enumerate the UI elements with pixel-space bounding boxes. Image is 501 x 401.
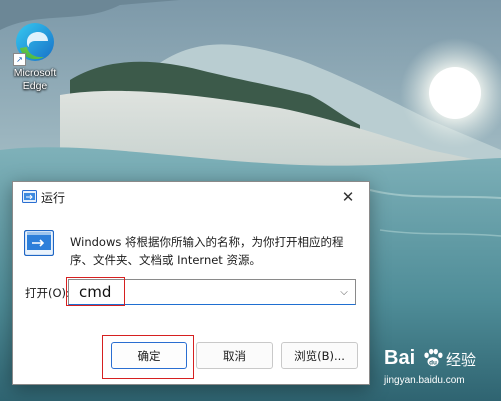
run-program-icon: [24, 230, 54, 256]
paw-logo-icon: du: [424, 348, 443, 366]
open-combobox[interactable]: ⌵: [68, 279, 356, 305]
browse-button[interactable]: 浏览(B)...: [281, 342, 358, 369]
open-input[interactable]: [73, 280, 340, 304]
edge-label-line1: Microsoft: [13, 67, 57, 79]
svg-text:du: du: [429, 359, 437, 366]
dialog-description: Windows 将根据你所输入的名称，为你打开相应的程序、文件夹、文档或 Int…: [70, 235, 344, 267]
run-app-icon: [22, 190, 37, 203]
ok-button-label: 确定: [137, 348, 161, 363]
cancel-button[interactable]: 取消: [196, 342, 273, 369]
watermark-brand: Bai: [384, 347, 416, 369]
text-caret: [124, 284, 125, 300]
chevron-down-icon[interactable]: ⌵: [335, 280, 353, 304]
watermark-url: jingyan.baidu.com: [384, 375, 465, 386]
edge-label-line2: Edge: [22, 80, 48, 92]
dialog-title: 运行: [41, 191, 66, 205]
run-dialog: 运行 ✕ Windows 将根据你所输入的名称，为你打开相应的程序、文件夹、文档…: [12, 181, 370, 385]
close-button[interactable]: ✕: [327, 182, 369, 212]
dialog-titlebar[interactable]: 运行 ✕: [13, 182, 369, 212]
shortcut-arrow-icon: ↗: [13, 53, 26, 66]
open-field-label: 打开(O):: [25, 286, 70, 300]
watermark-brand-suffix: 经验: [446, 352, 477, 369]
ok-button[interactable]: 确定: [111, 342, 187, 369]
desktop-icon-label: Microsoft Edge: [14, 67, 57, 93]
close-icon: ✕: [341, 188, 355, 206]
browse-button-label: 浏览(B)...: [294, 348, 345, 363]
desktop-icon-edge[interactable]: ↗ Microsoft Edge: [6, 20, 64, 100]
cancel-button-label: 取消: [223, 348, 246, 363]
baidu-watermark: Bai du 经验 jingyan.baidu.com: [384, 345, 498, 397]
